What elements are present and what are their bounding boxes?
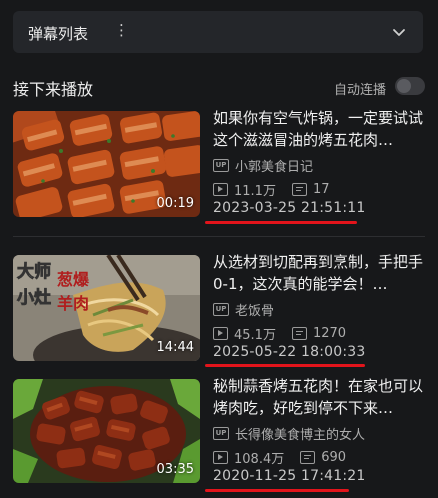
video-thumbnail[interactable]: 大师 小灶 葱爆 羊肉 14:44 [13,255,200,361]
danmaku-count: 690 [321,450,347,465]
thumb-overlay-text: 羊肉 [57,294,89,313]
uploader-name: 长得像美食博主的女人 [235,428,366,443]
danmaku-count: 1270 [312,326,347,341]
publish-datetime: 2020-11-25 17:41:21 [213,468,366,484]
video-uploader[interactable]: UP 长得像美食博主的女人 [213,424,365,443]
danmaku-list-bar[interactable]: 弹幕列表 ⋮ [13,11,423,53]
publish-datetime: 2023-03-25 21:51:11 [213,200,366,216]
video-thumbnail[interactable]: 03:35 [13,379,200,483]
video-title[interactable]: 秘制蒜香烤五花肉！在家也可以烤肉吃，好吃到停不下来… [213,375,425,419]
play-count-icon [213,327,228,340]
video-stats: 108.4万 690 [213,448,346,467]
up-icon: UP [213,303,229,316]
more-menu-icon[interactable]: ⋮ [114,21,129,39]
danmaku-count-icon [300,451,316,464]
view-count: 108.4万 [234,452,285,467]
chevron-down-icon[interactable] [390,23,408,41]
play-count-icon [213,183,228,196]
danmaku-count: 17 [312,182,330,197]
video-stats: 45.1万 1270 [213,324,346,343]
red-underline-annotation [205,364,365,367]
video-duration: 00:19 [156,196,194,211]
up-next-heading: 接下来播放 [13,80,94,99]
video-uploader[interactable]: UP 老饭骨 [213,300,274,319]
video-title[interactable]: 如果你有空气炸锅，一定要试试这个滋滋冒油的烤五花肉… [213,107,425,151]
red-underline-annotation [205,489,349,492]
autoplay-toggle[interactable] [395,77,425,95]
up-icon: UP [213,159,229,172]
divider [13,236,425,237]
up-icon: UP [213,427,229,440]
video-duration: 14:44 [156,340,194,355]
play-count-icon [213,451,228,464]
video-duration: 03:35 [156,462,194,477]
publish-datetime: 2025-05-22 18:00:33 [213,344,366,360]
danmaku-count-icon [291,327,307,340]
thumb-overlay-text: 大师 [17,261,51,282]
view-count: 11.1万 [234,184,276,199]
thumb-overlay-text: 葱爆 [57,270,90,289]
video-thumbnail[interactable]: 00:19 [13,111,200,217]
uploader-name: 小郭美食日记 [235,160,314,175]
uploader-name: 老饭骨 [235,304,275,319]
video-title[interactable]: 从选材到切配再到烹制，手把手0-1，这次真的能学会！… [213,251,425,295]
autoplay-label: 自动连播 [334,83,387,98]
toggle-knob [397,79,411,93]
danmaku-count-icon [291,183,307,196]
view-count: 45.1万 [234,328,276,343]
red-underline-annotation [205,221,357,224]
danmaku-list-title: 弹幕列表 [28,25,89,43]
thumb-overlay-text: 小灶 [17,287,51,308]
video-stats: 11.1万 17 [213,180,330,199]
video-uploader[interactable]: UP 小郭美食日记 [213,156,313,175]
